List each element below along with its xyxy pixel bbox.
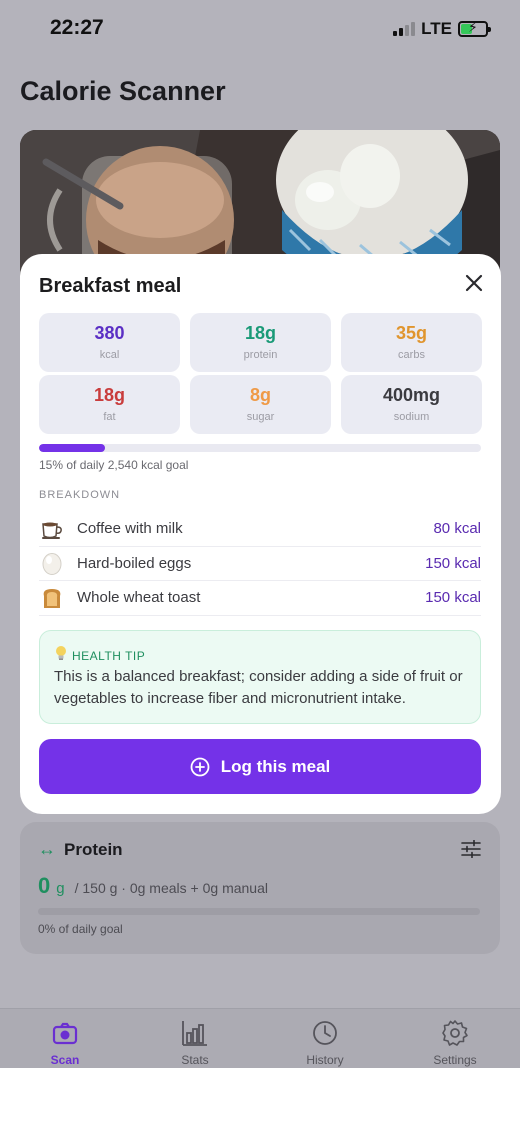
tab-label: Settings bbox=[433, 1053, 477, 1067]
protein-value: 0 bbox=[38, 873, 51, 898]
arrows-icon: ↔ bbox=[38, 839, 56, 859]
lightbulb-icon bbox=[54, 645, 68, 666]
protein-detail: / 150 g · 0g meals + 0g manual bbox=[74, 880, 268, 896]
breakdown-heading: BREAKDOWN bbox=[39, 489, 121, 501]
toast-icon bbox=[39, 585, 65, 611]
nutrient-value: 380 bbox=[94, 323, 125, 343]
tab-label: Stats bbox=[181, 1053, 209, 1067]
nutrient-value: 400mg bbox=[382, 385, 441, 405]
page-title: Calorie Scanner bbox=[20, 76, 226, 106]
app-screen: 22:27 LTE ⚡ Calorie Scanner ↔ Protein 0 … bbox=[0, 0, 520, 1068]
log-meal-button[interactable]: Log this meal bbox=[39, 739, 481, 794]
nutrient-value: 18g bbox=[93, 385, 126, 405]
tab-history[interactable]: History bbox=[260, 1009, 390, 1068]
tab-scan[interactable]: Scan bbox=[0, 1009, 130, 1068]
item-name: Coffee with milk bbox=[77, 520, 183, 538]
nutrient-tile-protein: 18g protein bbox=[190, 313, 331, 372]
nutrient-label: fat bbox=[103, 411, 116, 423]
meal-result-modal: Breakfast meal 380 kcal 18g protein 35g … bbox=[20, 254, 501, 814]
item-kcal: 80 kcal bbox=[433, 520, 481, 538]
item-name: Whole wheat toast bbox=[77, 589, 201, 607]
item-kcal: 150 kcal bbox=[425, 554, 481, 572]
item-kcal: 150 kcal bbox=[425, 589, 481, 607]
tab-settings[interactable]: Settings bbox=[390, 1009, 520, 1068]
breakdown-list: Coffee with milk 80 kcal Hard-boiled egg… bbox=[39, 512, 481, 616]
health-tip-heading: HEALTH TIP bbox=[72, 648, 146, 663]
egg-icon bbox=[39, 550, 65, 576]
log-meal-label: Log this meal bbox=[220, 756, 331, 776]
battery-icon: ⚡ bbox=[458, 20, 491, 37]
bar-chart-icon bbox=[182, 1021, 207, 1046]
signal-icon bbox=[393, 22, 416, 36]
nutrient-tile-fat: 18g fat bbox=[39, 375, 180, 434]
health-tip-header: HEALTH TIP bbox=[54, 645, 145, 666]
nutrient-tile-sodium: 400mg sodium bbox=[341, 375, 482, 434]
daily-goal-text: 15% of daily 2,540 kcal goal bbox=[39, 458, 189, 472]
coffee-icon bbox=[39, 516, 65, 542]
list-item: Whole wheat toast 150 kcal bbox=[39, 581, 481, 616]
network-label: LTE bbox=[421, 19, 452, 38]
tab-bar: Scan Stats History Settings bbox=[0, 1008, 520, 1068]
status-indicators: LTE ⚡ bbox=[393, 19, 491, 39]
nutrient-value: 8g bbox=[249, 385, 271, 405]
status-bar: 22:27 LTE ⚡ bbox=[0, 0, 520, 60]
protein-header: ↔ Protein bbox=[38, 839, 123, 860]
nutrient-value: 18g bbox=[244, 323, 277, 343]
nutrient-grid: 380 kcal 18g protein 35g carbs 18g fat 8… bbox=[39, 313, 482, 434]
nutrient-tile-kcal: 380 kcal bbox=[39, 313, 180, 372]
nutrient-label: kcal bbox=[99, 349, 120, 361]
tab-label: History bbox=[306, 1053, 344, 1067]
protein-progress-bar bbox=[38, 908, 480, 915]
nutrient-tile-carbs: 35g carbs bbox=[341, 313, 482, 372]
nutrient-label: sodium bbox=[393, 411, 430, 423]
protein-title: Protein bbox=[64, 839, 123, 859]
protein-card[interactable]: ↔ Protein 0 g / 150 g · 0g meals + 0g ma… bbox=[20, 822, 500, 954]
item-name: Hard-boiled eggs bbox=[77, 554, 192, 572]
nutrient-label: carbs bbox=[398, 349, 425, 361]
nutrient-value: 35g bbox=[395, 323, 428, 343]
protein-value-row: 0 g / 150 g · 0g meals + 0g manual bbox=[38, 873, 268, 899]
list-item: Hard-boiled eggs 150 kcal bbox=[39, 547, 481, 581]
clock-icon bbox=[313, 1021, 337, 1045]
health-tip-card: HEALTH TIP This is a balanced breakfast;… bbox=[39, 630, 481, 724]
tab-label: Scan bbox=[50, 1053, 80, 1067]
nutrient-tile-sugar: 8g sugar bbox=[190, 375, 331, 434]
status-time: 22:27 bbox=[50, 16, 104, 39]
protein-percent: 0% of daily goal bbox=[38, 922, 123, 936]
daily-goal-progress-fill bbox=[39, 444, 106, 452]
modal-title: Breakfast meal bbox=[39, 275, 182, 297]
plus-circle-icon bbox=[190, 757, 210, 776]
camera-icon bbox=[52, 1022, 78, 1045]
daily-goal-progress-bar bbox=[39, 444, 481, 452]
nutrient-label: protein bbox=[243, 349, 278, 361]
protein-unit: g bbox=[56, 880, 65, 897]
list-item: Coffee with milk 80 kcal bbox=[39, 512, 481, 547]
close-icon[interactable] bbox=[465, 274, 483, 292]
nutrient-label: sugar bbox=[246, 411, 275, 423]
gear-icon bbox=[442, 1020, 468, 1046]
tab-stats[interactable]: Stats bbox=[130, 1009, 260, 1068]
sliders-icon[interactable] bbox=[460, 840, 482, 858]
health-tip-text: This is a balanced breakfast; consider a… bbox=[54, 668, 463, 707]
